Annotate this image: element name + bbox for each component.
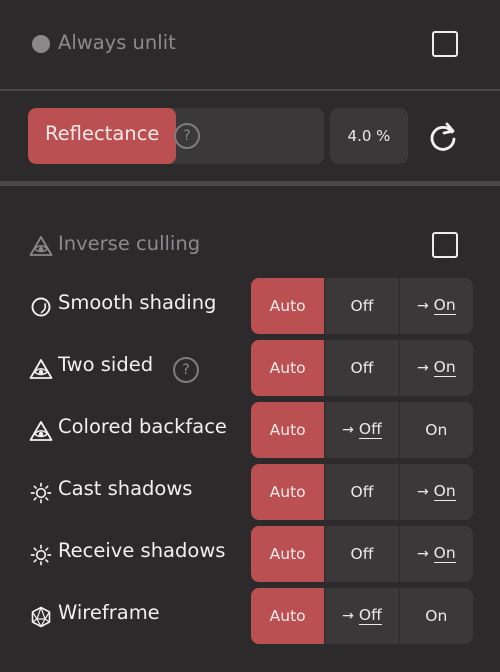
eye-triangle-icon (29, 359, 53, 379)
inverse-culling-label: Inverse culling (58, 232, 201, 255)
eye-triangle-icon (29, 421, 53, 441)
smooth-shading-off-option[interactable]: Off (324, 278, 398, 334)
always-unlit-label: Always unlit (58, 31, 176, 54)
receive-shadows-off-option[interactable]: Off (324, 526, 398, 582)
eye-triangle-icon (29, 236, 53, 256)
receive-shadows-row: Receive shadows Auto Off → On (0, 524, 500, 582)
smooth-shading-toggle: Auto Off → On (251, 278, 473, 334)
receive-shadows-on-option[interactable]: → On (398, 526, 473, 582)
wireframe-on-option[interactable]: On (398, 588, 473, 644)
wireframe-off-option[interactable]: → Off (324, 588, 398, 644)
colored-backface-toggle: Auto → Off On (251, 402, 473, 458)
receive-shadows-label: Receive shadows (58, 539, 226, 562)
smooth-shading-icon (31, 297, 51, 317)
cast-shadows-toggle: Auto Off → On (251, 464, 473, 520)
wireframe-auto-option[interactable]: Auto (251, 588, 325, 644)
reset-icon[interactable] (427, 120, 459, 152)
wireframe-toggle: Auto → Off On (251, 588, 473, 644)
cast-shadows-off-option[interactable]: Off (324, 464, 398, 520)
colored-backface-row: Colored backface Auto → Off On (0, 400, 500, 458)
cast-shadows-auto-option[interactable]: Auto (251, 464, 325, 520)
sun-icon (30, 544, 52, 566)
reflectance-slider[interactable]: Reflectance ? (28, 108, 324, 164)
divider (0, 89, 500, 91)
two-sided-label: Two sided (58, 353, 154, 376)
section-divider (0, 181, 500, 186)
wireframe-label: Wireframe (58, 601, 160, 624)
cast-shadows-on-option[interactable]: → On (398, 464, 473, 520)
reflectance-help-icon[interactable]: ? (174, 123, 200, 149)
two-sided-auto-option[interactable]: Auto (251, 340, 325, 396)
arrow-right-icon: → (416, 484, 429, 500)
inverse-culling-row: Inverse culling (0, 200, 500, 288)
cast-shadows-row: Cast shadows Auto Off → On (0, 462, 500, 520)
wireframe-icon (31, 606, 51, 628)
arrow-right-icon: → (342, 422, 354, 438)
wireframe-row: Wireframe Auto → Off On (0, 586, 500, 644)
cast-shadows-label: Cast shadows (58, 477, 193, 500)
colored-backface-on-option[interactable]: On (398, 402, 473, 458)
arrow-right-icon: → (416, 546, 429, 562)
two-sided-help-icon[interactable]: ? (173, 357, 199, 383)
unlit-dot-icon (32, 35, 50, 53)
colored-backface-label: Colored backface (58, 415, 227, 438)
smooth-shading-on-option[interactable]: → On (398, 278, 473, 334)
receive-shadows-auto-option[interactable]: Auto (251, 526, 325, 582)
always-unlit-checkbox[interactable] (432, 31, 458, 57)
two-sided-row: Two sided ? Auto Off → On (0, 338, 500, 396)
two-sided-on-option[interactable]: → On (398, 340, 473, 396)
sun-icon (30, 482, 52, 504)
inverse-culling-checkbox[interactable] (432, 232, 458, 258)
reflectance-value-field[interactable]: 4.0 % (330, 108, 408, 164)
smooth-shading-auto-option[interactable]: Auto (251, 278, 325, 334)
colored-backface-auto-option[interactable]: Auto (251, 402, 325, 458)
arrow-right-icon: → (416, 360, 429, 376)
always-unlit-row: Always unlit (0, 0, 500, 88)
smooth-shading-label: Smooth shading (58, 291, 217, 314)
receive-shadows-toggle: Auto Off → On (251, 526, 473, 582)
colored-backface-off-option[interactable]: → Off (324, 402, 398, 458)
smooth-shading-row: Smooth shading Auto Off → On (0, 276, 500, 334)
two-sided-toggle: Auto Off → On (251, 340, 473, 396)
reflectance-label: Reflectance (45, 122, 160, 145)
arrow-right-icon: → (416, 298, 429, 314)
two-sided-off-option[interactable]: Off (324, 340, 398, 396)
arrow-right-icon: → (342, 608, 354, 624)
